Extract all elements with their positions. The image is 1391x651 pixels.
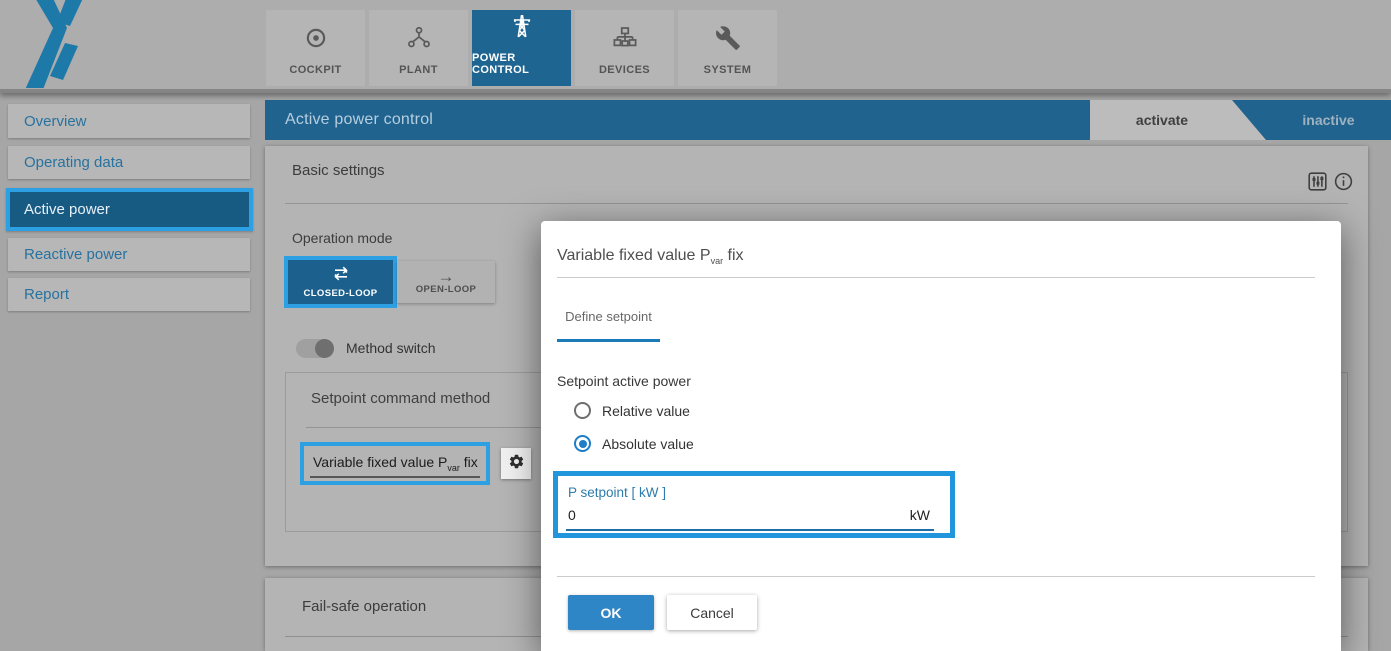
radio-label: Absolute value (602, 436, 694, 452)
sidebar-item-overview[interactable]: Overview (8, 104, 250, 138)
radio-circle-selected (574, 435, 591, 452)
divider (285, 203, 1348, 204)
method-switch-label: Method switch (346, 340, 435, 356)
sidebar-item-reactive-power[interactable]: Reactive power (8, 238, 250, 271)
closed-loop-label: CLOSED-LOOP (303, 288, 377, 299)
divider (557, 576, 1315, 577)
radio-relative-value[interactable]: Relative value (574, 402, 690, 419)
tab-label: PLANT (399, 64, 438, 76)
radio-circle (574, 402, 591, 419)
open-loop-button[interactable]: → OPEN-LOOP (397, 261, 495, 303)
top-bar: COCKPIT PLANT (0, 0, 1391, 93)
devices-hierarchy-icon (612, 25, 638, 56)
sidebar-item-label: Active power (24, 201, 110, 218)
info-icon[interactable] (1333, 171, 1354, 197)
sidebar-item-label: Operating data (24, 154, 123, 171)
sidebar-item-label: Report (24, 286, 69, 303)
tab-define-setpoint[interactable]: Define setpoint (557, 309, 660, 324)
p-setpoint-field-highlight: P setpoint [ kW ] kW (553, 471, 955, 538)
setpoint-dialog: Variable fixed value Pvar fix Define set… (541, 221, 1341, 651)
sidebar-item-report[interactable]: Report (8, 278, 250, 311)
p-setpoint-input[interactable] (568, 507, 868, 523)
divider (557, 277, 1315, 278)
page-title: Active power control (285, 100, 433, 140)
sliders-icon[interactable] (1307, 171, 1328, 197)
basic-settings-title: Basic settings (292, 162, 385, 179)
tab-power-control[interactable]: POWER CONTROL (472, 10, 571, 86)
sidebar-item-label: Reactive power (24, 246, 127, 263)
main-nav-tabs: COCKPIT PLANT (266, 10, 777, 86)
radio-label: Relative value (602, 403, 690, 419)
operation-mode-label: Operation mode (292, 230, 392, 246)
tab-label: COCKPIT (289, 64, 341, 76)
system-wrench-icon (715, 25, 741, 56)
tab-devices[interactable]: DEVICES (575, 10, 674, 86)
sidebar-item-operating-data[interactable]: Operating data (8, 146, 250, 179)
p-setpoint-unit: kW (910, 507, 930, 523)
p-setpoint-label: P setpoint [ kW ] (568, 485, 666, 500)
activate-button[interactable]: activate (1090, 100, 1266, 140)
method-settings-button[interactable] (501, 448, 531, 479)
method-select-value: Variable fixed value Pvar fix (313, 454, 478, 473)
tab-cockpit[interactable]: COCKPIT (266, 10, 365, 86)
gear-icon (508, 453, 525, 475)
setpoint-group-label: Setpoint active power (557, 373, 691, 389)
arrow-right-icon: → (438, 270, 455, 284)
cockpit-target-icon (303, 25, 329, 56)
power-tower-icon (509, 13, 535, 44)
tab-label: SYSTEM (704, 64, 752, 76)
app-window: COCKPIT PLANT (0, 0, 1391, 651)
input-underline (566, 529, 934, 531)
method-switch-toggle[interactable] (296, 339, 334, 358)
tab-label: DEVICES (599, 64, 650, 76)
toggle-knob (315, 339, 334, 358)
tab-plant[interactable]: PLANT (369, 10, 468, 86)
fail-safe-title: Fail-safe operation (302, 598, 426, 615)
tab-label: POWER CONTROL (472, 52, 571, 76)
repeat-loop-icon (331, 266, 351, 286)
ok-button[interactable]: OK (568, 595, 654, 630)
inactive-status-button[interactable]: inactive (1266, 100, 1391, 140)
plant-nodes-icon (406, 25, 432, 56)
dialog-title: Variable fixed value Pvar fix (557, 247, 744, 266)
open-loop-label: OPEN-LOOP (416, 284, 477, 295)
sidebar-item-active-power[interactable]: Active power (6, 188, 253, 231)
closed-loop-button[interactable]: CLOSED-LOOP (284, 256, 397, 308)
tab-system[interactable]: SYSTEM (678, 10, 777, 86)
panel-title: Setpoint command method (311, 390, 490, 407)
method-select[interactable]: Variable fixed value Pvar fix (300, 442, 490, 485)
cancel-button[interactable]: Cancel (667, 595, 757, 630)
active-tab-underline (557, 339, 660, 342)
section-header-bar: Active power control activate inactive (265, 100, 1391, 140)
sidebar-item-label: Overview (24, 113, 87, 130)
radio-absolute-value[interactable]: Absolute value (574, 435, 694, 452)
brand-x-logo-icon (14, 0, 114, 93)
select-underline (310, 476, 480, 478)
